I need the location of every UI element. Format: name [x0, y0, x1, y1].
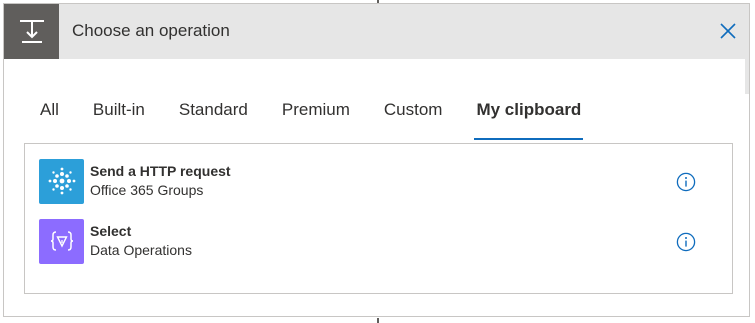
close-icon	[720, 23, 736, 39]
close-button[interactable]	[715, 18, 741, 44]
operation-picker-card: Choose an operation All Built-in Standar…	[3, 3, 750, 317]
connector-name: Office 365 Groups	[90, 182, 204, 198]
action-title: Send a HTTP request	[90, 163, 231, 179]
info-button[interactable]	[676, 172, 696, 192]
info-button[interactable]	[676, 232, 696, 252]
data-operations-icon	[39, 218, 84, 264]
tab-premium[interactable]: Premium	[282, 100, 350, 140]
tab-all[interactable]: All	[40, 100, 59, 140]
info-icon	[676, 172, 696, 192]
list-item-send-http-request[interactable]: Send a HTTP request Office 365 Groups	[39, 158, 732, 204]
card-header: Choose an operation	[4, 4, 749, 59]
tab-built-in[interactable]: Built-in	[93, 100, 145, 140]
scrollbar[interactable]	[745, 59, 749, 94]
tab-standard[interactable]: Standard	[179, 100, 248, 140]
tab-my-clipboard[interactable]: My clipboard	[474, 100, 584, 140]
list-item-text: Send a HTTP request Office 365 Groups	[90, 162, 231, 200]
list-item-text: Select Data Operations	[90, 222, 192, 260]
list-item-select[interactable]: Select Data Operations	[39, 218, 732, 264]
action-title: Select	[90, 223, 132, 239]
office365-groups-icon	[39, 158, 84, 204]
page-title: Choose an operation	[72, 21, 230, 40]
tab-custom[interactable]: Custom	[384, 100, 443, 140]
flow-connector-bottom	[377, 318, 379, 323]
operation-tabs: All Built-in Standard Premium Custom My …	[40, 100, 615, 140]
clipboard-action-list: Send a HTTP request Office 365 Groups Se…	[24, 143, 733, 294]
operation-icon	[4, 4, 59, 59]
info-icon	[676, 232, 696, 252]
connector-name: Data Operations	[90, 242, 192, 258]
